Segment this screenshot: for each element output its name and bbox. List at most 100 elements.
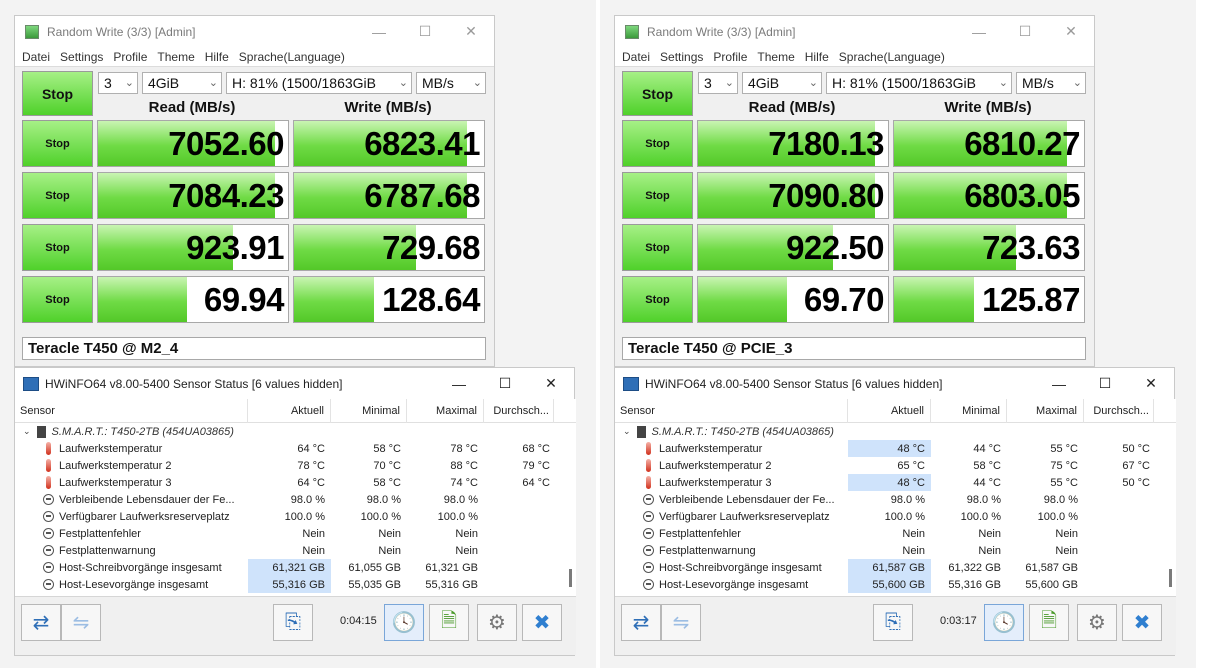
current-value-cell: Nein	[302, 544, 325, 557]
row-stop-button[interactable]: Stop	[22, 172, 93, 219]
maximize-icon[interactable]: ☐	[1082, 368, 1128, 399]
stop-all-button[interactable]: Stop	[622, 71, 693, 116]
scrollbar-thumb[interactable]	[1169, 569, 1172, 587]
sensor-group-row[interactable]: ⌄ S.M.A.R.T.: T450-2TB (454UA03865)	[615, 423, 1176, 440]
table-row[interactable]: Laufwerkstemperatur 2 78 °C 70 °C 88 °C 79 °…	[15, 457, 576, 474]
collapse-arrows-button[interactable]: ⇋	[61, 604, 101, 641]
close-icon[interactable]: ✕	[1048, 16, 1094, 47]
row-stop-button[interactable]: Stop	[22, 276, 93, 323]
header-minimum[interactable]: Minimal	[331, 399, 407, 423]
close-hwinfo-button[interactable]: ✖	[1122, 604, 1162, 641]
window-title: Random Write (3/3) [Admin]	[47, 24, 196, 39]
network-button[interactable]: ⎘	[873, 604, 913, 641]
row-stop-button[interactable]: Stop	[622, 172, 693, 219]
header-current[interactable]: Aktuell	[848, 399, 931, 423]
test-size-select[interactable]: 4GiB ⌄	[742, 72, 822, 94]
table-row[interactable]: Laufwerkstemperatur 64 °C 58 °C 78 °C 68 °C	[15, 440, 576, 457]
clock-button[interactable]: 🕓	[984, 604, 1024, 641]
table-row[interactable]: Festplattenfehler Nein Nein Nein	[615, 525, 1176, 542]
minimize-icon[interactable]: —	[356, 16, 402, 47]
table-row[interactable]: Host-Schreibvorgänge insgesamt 61,321 GB 6…	[15, 559, 576, 576]
collapse-arrows-button[interactable]: ⇋	[661, 604, 701, 641]
drive-comment-field[interactable]: Teracle T450 @ PCIE_3	[622, 337, 1086, 360]
table-row[interactable]: Festplattenwarnung Nein Nein Nein	[615, 542, 1176, 559]
navigate-arrows-button[interactable]: ⇄	[621, 604, 661, 641]
gauge-icon	[643, 511, 654, 522]
table-row[interactable]: Verfügbarer Laufwerksreserveplatz 100.0 %…	[615, 508, 1176, 525]
menu-language[interactable]: Sprache(Language)	[239, 50, 345, 64]
row-stop-button[interactable]: Stop	[622, 224, 693, 271]
menu-theme[interactable]: Theme	[757, 50, 794, 64]
header-maximum[interactable]: Maximal	[1007, 399, 1084, 423]
stop-all-button[interactable]: Stop	[22, 71, 93, 116]
row-stop-button[interactable]: Stop	[22, 224, 93, 271]
header-minimum[interactable]: Minimal	[931, 399, 1007, 423]
menu-language[interactable]: Sprache(Language)	[839, 50, 945, 64]
drive-comment-field[interactable]: Teracle T450 @ M2_4	[22, 337, 486, 360]
unit-select[interactable]: MB/s ⌄	[1016, 72, 1086, 94]
header-maximum[interactable]: Maximal	[407, 399, 484, 423]
table-row[interactable]: Festplattenwarnung Nein Nein Nein	[15, 542, 576, 559]
menu-profile[interactable]: Profile	[113, 50, 147, 64]
close-icon[interactable]: ✕	[1128, 368, 1174, 399]
row-stop-button[interactable]: Stop	[622, 120, 693, 167]
chevron-down-icon[interactable]: ⌄	[623, 426, 631, 437]
sensor-rows: Laufwerkstemperatur 48 °C 44 °C 55 °C 50 °C L…	[615, 440, 1176, 593]
table-row[interactable]: Verbleibende Lebensdauer der Fe... 98.0 %…	[615, 491, 1176, 508]
left-panel: Random Write (3/3) [Admin] — ☐ ✕ Datei S…	[0, 0, 596, 668]
header-average[interactable]: Durchsch...	[1084, 399, 1154, 423]
close-icon[interactable]: ✕	[528, 368, 574, 399]
table-row[interactable]: Host-Lesevorgänge insgesamt 55,316 GB 55,0…	[15, 576, 576, 593]
navigate-arrows-button[interactable]: ⇄	[21, 604, 61, 641]
table-row[interactable]: Festplattenfehler Nein Nein Nein	[15, 525, 576, 542]
drive-select[interactable]: H: 81% (1500/1863GiB ⌄	[826, 72, 1012, 94]
test-size-select[interactable]: 4GiB ⌄	[142, 72, 222, 94]
table-row[interactable]: Verbleibende Lebensdauer der Fe... 98.0 %…	[15, 491, 576, 508]
test-count-select[interactable]: 3 ⌄	[98, 72, 138, 94]
close-hwinfo-button[interactable]: ✖	[522, 604, 562, 641]
menu-hilfe[interactable]: Hilfe	[805, 50, 829, 64]
table-row[interactable]: Laufwerkstemperatur 2 65 °C 58 °C 75 °C 67 °…	[615, 457, 1176, 474]
close-icon[interactable]: ✕	[448, 16, 494, 47]
table-row[interactable]: Laufwerkstemperatur 48 °C 44 °C 55 °C 50 °C	[615, 440, 1176, 457]
menu-hilfe[interactable]: Hilfe	[205, 50, 229, 64]
clock-button[interactable]: 🕓	[384, 604, 424, 641]
minimize-icon[interactable]: —	[436, 368, 482, 399]
network-button[interactable]: ⎘	[273, 604, 313, 641]
header-sensor[interactable]: Sensor	[15, 399, 248, 423]
chevron-down-icon[interactable]: ⌄	[23, 426, 31, 437]
menu-datei[interactable]: Datei	[622, 50, 650, 64]
settings-button[interactable]: ⚙	[1077, 604, 1117, 641]
menu-datei[interactable]: Datei	[22, 50, 50, 64]
minimize-icon[interactable]: —	[956, 16, 1002, 47]
drive-select[interactable]: H: 81% (1500/1863GiB ⌄	[226, 72, 412, 94]
scrollbar-thumb[interactable]	[569, 569, 572, 587]
sensor-group-label: ⌄ S.M.A.R.T.: T450-2TB (454UA03865)	[615, 423, 848, 440]
header-current[interactable]: Aktuell	[248, 399, 331, 423]
table-row[interactable]: Verfügbarer Laufwerksreserveplatz 100.0 %…	[15, 508, 576, 525]
gauge-icon	[43, 545, 54, 556]
menu-theme[interactable]: Theme	[157, 50, 194, 64]
maximize-icon[interactable]: ☐	[402, 16, 448, 47]
table-row[interactable]: Laufwerkstemperatur 3 64 °C 58 °C 74 °C 64 °…	[15, 474, 576, 491]
settings-button[interactable]: ⚙	[477, 604, 517, 641]
menu-settings[interactable]: Settings	[60, 50, 103, 64]
header-sensor[interactable]: Sensor	[615, 399, 848, 423]
maximize-icon[interactable]: ☐	[1002, 16, 1048, 47]
unit-select[interactable]: MB/s ⌄	[416, 72, 486, 94]
add-report-button[interactable]: 🗎	[1029, 604, 1069, 641]
table-row[interactable]: Host-Schreibvorgänge insgesamt 61,587 GB 6…	[615, 559, 1176, 576]
header-average[interactable]: Durchsch...	[484, 399, 554, 423]
test-count-select[interactable]: 3 ⌄	[698, 72, 738, 94]
table-row[interactable]: Host-Lesevorgänge insgesamt 55,600 GB 55,3…	[615, 576, 1176, 593]
row-stop-button[interactable]: Stop	[22, 120, 93, 167]
sensor-group-row[interactable]: ⌄ S.M.A.R.T.: T450-2TB (454UA03865)	[15, 423, 576, 440]
menu-settings[interactable]: Settings	[660, 50, 703, 64]
current-value-cell: 48 °C	[848, 440, 931, 457]
row-stop-button[interactable]: Stop	[622, 276, 693, 323]
table-row[interactable]: Laufwerkstemperatur 3 48 °C 44 °C 55 °C 50 °…	[615, 474, 1176, 491]
minimize-icon[interactable]: —	[1036, 368, 1082, 399]
add-report-button[interactable]: 🗎	[429, 604, 469, 641]
maximize-icon[interactable]: ☐	[482, 368, 528, 399]
menu-profile[interactable]: Profile	[713, 50, 747, 64]
